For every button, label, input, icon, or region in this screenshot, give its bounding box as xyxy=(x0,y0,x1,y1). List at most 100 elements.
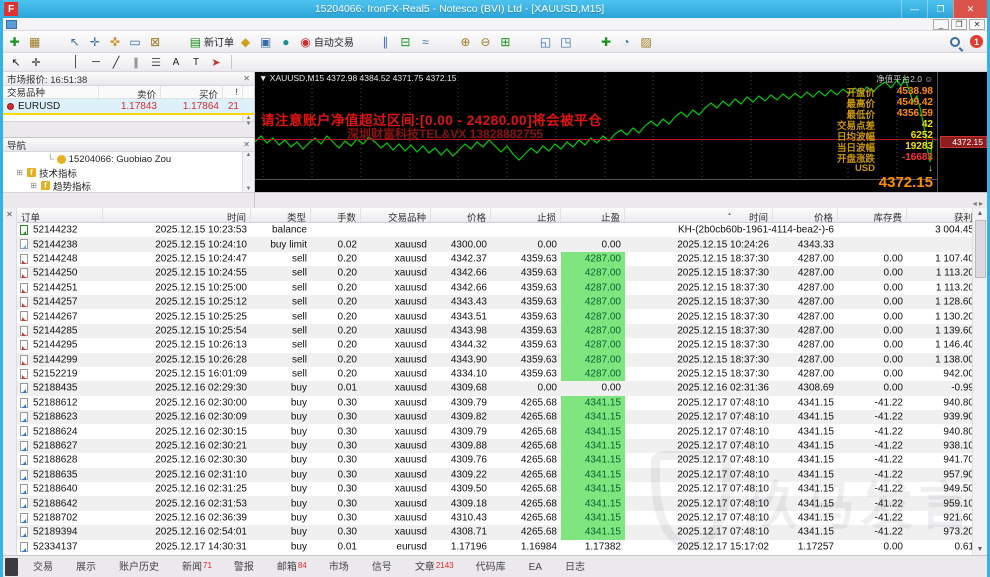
timeframe-button[interactable] xyxy=(381,55,405,70)
toolbar-button[interactable]: ⊞ xyxy=(497,33,517,51)
timeframe-button[interactable] xyxy=(261,55,285,70)
history-row[interactable]: 52144295 2025.12.15 10:26:13 sell 0.20 x… xyxy=(17,338,972,353)
toolbar-button[interactable]: ▣ xyxy=(257,33,277,51)
timeframe-button[interactable] xyxy=(309,55,333,70)
timeframe-button[interactable] xyxy=(333,55,357,70)
drawing-tool-button[interactable]: ☰ xyxy=(146,54,166,70)
price-axis[interactable]: 4372.15 xyxy=(937,72,987,192)
history-row[interactable]: 52188612 2025.12.16 02:30:00 buy 0.30 xa… xyxy=(17,395,972,411)
close-icon[interactable]: ✕ xyxy=(243,140,250,149)
toolbar-button[interactable]: ⊖ xyxy=(477,33,497,51)
drawing-tool-button[interactable]: ➤ xyxy=(206,54,226,70)
history-row[interactable]: 52334137 2025.12.17 14:30:31 buy 0.01 eu… xyxy=(17,540,972,554)
toolbar-button[interactable]: ∥ xyxy=(377,33,397,51)
timeframe-button[interactable] xyxy=(357,55,381,70)
drawing-tool-button[interactable]: ∥ xyxy=(126,54,146,70)
toolbox-tab[interactable]: 信号 xyxy=(361,555,404,577)
tree-item-account[interactable]: └ 15204066: Guobiao Zou xyxy=(3,153,254,166)
toolbox-tab[interactable]: 账户历史 xyxy=(108,555,171,577)
history-row[interactable]: 52144248 2025.12.15 10:24:47 sell 0.20 x… xyxy=(17,251,972,267)
toolbox-tab[interactable]: 警报 xyxy=(223,555,266,577)
toolbar-button[interactable]: ⊟ xyxy=(397,33,417,51)
history-row[interactable]: 52144232 2025.12.15 10:23:53 balance KH-… xyxy=(17,223,972,237)
history-row[interactable]: 52188640 2025.12.16 02:31:25 buy 0.30 xa… xyxy=(17,482,972,497)
toolbar-button[interactable]: ● xyxy=(277,33,297,51)
close-icon[interactable]: ✕ xyxy=(243,74,250,83)
toolbox-tab[interactable]: 交易 xyxy=(22,555,65,577)
drawing-tool-button[interactable]: ✛ xyxy=(26,54,46,70)
toolbar-button[interactable] xyxy=(357,33,377,51)
timeframe-button[interactable] xyxy=(237,55,261,70)
history-row[interactable]: 52188642 2025.12.16 02:31:53 buy 0.30 xa… xyxy=(17,496,972,511)
history-row[interactable]: 52144251 2025.12.15 10:25:00 sell 0.20 x… xyxy=(17,280,972,295)
toolbar-button[interactable]: ✜ xyxy=(106,33,126,51)
toolbox-grip-icon[interactable] xyxy=(5,557,18,576)
mdi-minimize-button[interactable]: _ xyxy=(933,18,949,30)
drawing-tool-button[interactable]: ─ xyxy=(86,54,106,70)
scrollbar-thumb[interactable] xyxy=(974,220,986,278)
drawing-tool-button[interactable]: │ xyxy=(66,54,86,70)
drawing-tool-button[interactable]: ╱ xyxy=(106,54,126,70)
toolbar-button[interactable]: ◉ 自动交易 xyxy=(297,33,356,51)
drawing-tool-button[interactable]: T xyxy=(186,54,206,70)
toolbar-button[interactable] xyxy=(437,33,457,51)
mdi-restore-button[interactable]: ❐ xyxy=(951,18,967,30)
history-row[interactable]: 52189394 2025.12.16 02:54:01 buy 0.30 xa… xyxy=(17,525,972,540)
history-row[interactable]: 52188702 2025.12.16 02:36:39 buy 0.30 xa… xyxy=(17,510,972,526)
history-row[interactable]: 52188627 2025.12.16 02:30:21 buy 0.30 xa… xyxy=(17,438,972,454)
toolbar-button[interactable] xyxy=(167,33,187,51)
history-row[interactable]: 52152219 2025.12.15 16:01:09 sell 0.20 x… xyxy=(17,366,972,382)
market-watch-tab[interactable] xyxy=(6,133,24,137)
history-row[interactable]: 52144257 2025.12.15 10:25:12 sell 0.20 x… xyxy=(17,294,972,310)
toolbar-button[interactable]: ▭ xyxy=(126,33,146,51)
drawing-tool-button[interactable]: ↖ xyxy=(6,54,26,70)
toolbar-button[interactable]: ▦ xyxy=(26,33,46,51)
toolbox-tab[interactable]: 新闻 71 xyxy=(171,555,223,577)
toolbar-button[interactable]: ▤ 新订单 xyxy=(187,33,237,51)
drawing-tool-button[interactable]: A xyxy=(166,54,186,70)
toolbar-button[interactable]: ▨ xyxy=(638,33,658,51)
close-button[interactable]: ✕ xyxy=(953,0,987,18)
market-watch-tab[interactable] xyxy=(24,133,42,137)
toolbar-button[interactable]: ◆ xyxy=(237,33,257,51)
history-row[interactable]: 52188623 2025.12.16 02:30:09 buy 0.30 xa… xyxy=(17,410,972,425)
toolbar-button[interactable]: ≈ xyxy=(417,33,437,51)
toolbar-button[interactable] xyxy=(46,33,66,51)
timeframe-button[interactable] xyxy=(405,55,429,70)
toolbox-tab[interactable]: 文章 2143 xyxy=(404,555,465,577)
timeframe-button[interactable] xyxy=(285,55,309,70)
toolbar-button[interactable]: ◔ xyxy=(618,33,638,51)
toolbar-button[interactable]: ✛ xyxy=(86,33,106,51)
history-row[interactable]: 52188435 2025.12.16 02:29:30 buy 0.01 xa… xyxy=(17,381,972,396)
toolbox-tab[interactable]: 市场 xyxy=(318,555,361,577)
toolbar-button[interactable]: ⊕ xyxy=(457,33,477,51)
toolbox-tab[interactable]: 代码库 xyxy=(465,555,518,577)
toolbar-button[interactable] xyxy=(517,33,537,51)
notification-badge[interactable]: 1 xyxy=(970,35,983,48)
timeframe-button[interactable] xyxy=(429,55,453,70)
minimize-button[interactable]: — xyxy=(901,0,927,18)
toolbar-button[interactable]: ✚ xyxy=(598,33,618,51)
toolbar-button[interactable]: ✚ xyxy=(6,33,26,51)
price-chart[interactable]: ▼ XAUUSD,M15 4372.98 4384.52 4371.75 437… xyxy=(255,72,937,192)
history-row[interactable]: 52188628 2025.12.16 02:30:30 buy 0.30 xa… xyxy=(17,453,972,468)
restore-button[interactable]: ❐ xyxy=(927,0,953,18)
mdi-close-button[interactable]: ✕ xyxy=(969,18,985,30)
toolbar-button[interactable]: ↖ xyxy=(66,33,86,51)
toolbar-button[interactable] xyxy=(578,33,598,51)
toolbar-button[interactable]: ◳ xyxy=(557,33,577,51)
history-row[interactable]: 52188624 2025.12.16 02:30:15 buy 0.30 xa… xyxy=(17,424,972,439)
tree-item-trend[interactable]: ⊞ f 趋势指标 xyxy=(3,179,254,193)
drawing-tool-button[interactable] xyxy=(46,54,66,70)
navigator-scrollbar[interactable]: ▲ ▼ xyxy=(242,152,254,192)
history-row[interactable]: 52144285 2025.12.15 10:25:54 sell 0.20 x… xyxy=(17,323,972,339)
history-row[interactable]: 52188635 2025.12.16 02:31:10 buy 0.30 xa… xyxy=(17,467,972,483)
toolbar-button[interactable]: ⊠ xyxy=(147,33,167,51)
history-row[interactable]: 52144267 2025.12.15 10:25:25 sell 0.20 x… xyxy=(17,309,972,324)
toolbox-tab[interactable]: 展示 xyxy=(65,555,108,577)
history-row[interactable]: 52144238 2025.12.15 10:24:10 buy limit 0… xyxy=(17,237,972,252)
toolbox-close-icon[interactable]: ✕ xyxy=(6,210,13,219)
history-row[interactable]: 52144250 2025.12.15 10:24:55 sell 0.20 x… xyxy=(17,266,972,281)
market-watch-scrollbar[interactable]: ▲ ▼ xyxy=(242,115,254,127)
toolbox-tab[interactable]: 邮箱 84 xyxy=(266,555,318,577)
